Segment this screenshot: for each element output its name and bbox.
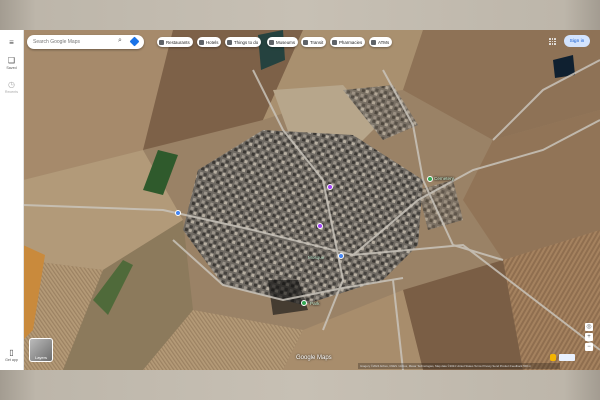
map-label-mosque[interactable]: Mosque: [308, 255, 324, 260]
bookmark-icon: ❑: [7, 56, 16, 65]
place-pin-purple-2[interactable]: [327, 184, 333, 190]
map-label-park[interactable]: Park: [310, 301, 319, 306]
saved-label: Saved: [6, 66, 17, 70]
map-attribution[interactable]: Imagery ©2024 Airbus, CNES / Airbus, Max…: [358, 363, 560, 369]
side-rail: ≡ ❑ Saved ◷ Recents ▯ Get app: [0, 30, 24, 370]
search-icon[interactable]: ⌕: [118, 37, 122, 45]
chip-atms[interactable]: ATMs: [369, 37, 393, 47]
hotel-icon: [199, 39, 204, 45]
maps-window: Cemetery Mosque Park Google Maps Imagery…: [0, 30, 600, 370]
compass-button[interactable]: ◎: [585, 323, 593, 331]
history-icon: ◷: [8, 80, 15, 89]
map-label-cemetery[interactable]: Cemetery: [434, 176, 454, 181]
chip-pharmacies[interactable]: Pharmacies: [330, 37, 366, 47]
place-pin-blue[interactable]: [175, 210, 181, 216]
satellite-imagery: [23, 30, 600, 370]
sign-in-button[interactable]: Sign in: [564, 35, 590, 47]
chip-label: Transit: [310, 39, 324, 45]
zoom-in-button[interactable]: +: [585, 333, 593, 341]
museum-icon: [269, 39, 274, 45]
place-pin-purple[interactable]: [317, 223, 323, 229]
chip-label: Hotels: [206, 39, 219, 45]
layers-label: Layers: [34, 355, 47, 360]
chip-label: Restaurants: [166, 39, 190, 45]
saved-button[interactable]: ❑ Saved: [0, 56, 23, 70]
globe-icon[interactable]: [559, 354, 575, 361]
satellite-map[interactable]: Cemetery Mosque Park Google Maps Imagery…: [23, 30, 600, 370]
atm-icon: [371, 39, 376, 45]
get-app-button[interactable]: ▯ Get app: [0, 348, 23, 362]
chip-restaurants[interactable]: Restaurants: [157, 37, 193, 47]
apps-grid-icon[interactable]: [549, 38, 556, 45]
chip-hotels[interactable]: Hotels: [197, 37, 222, 47]
chip-label: Museums: [276, 39, 296, 45]
google-maps-logo: Google Maps: [296, 355, 332, 361]
chip-label: Pharmacies: [339, 39, 363, 45]
restaurant-icon: [159, 39, 164, 45]
zoom-out-button[interactable]: −: [585, 343, 593, 351]
menu-icon[interactable]: ≡: [0, 38, 23, 47]
chip-things-to-do[interactable]: Things to do: [225, 37, 262, 47]
directions-icon[interactable]: [129, 36, 140, 47]
recents-button[interactable]: ◷ Recents: [0, 80, 23, 94]
layers-button[interactable]: Layers: [29, 338, 53, 362]
place-pin-blue-2[interactable]: [338, 253, 344, 259]
recents-label: Recents: [4, 90, 19, 94]
pegman-icon[interactable]: [550, 354, 556, 361]
search-box[interactable]: ⌕: [27, 35, 144, 49]
place-pin-green[interactable]: [301, 300, 307, 306]
pharmacy-icon: [332, 39, 337, 45]
chip-museums[interactable]: Museums: [267, 37, 299, 47]
search-input[interactable]: [33, 37, 113, 47]
chip-label: Things to do: [234, 39, 259, 45]
get-app-label: Get app: [5, 358, 18, 362]
place-pin-green-2[interactable]: [427, 176, 433, 182]
transit-icon: [303, 39, 308, 45]
phone-icon: ▯: [9, 348, 14, 357]
chip-transit[interactable]: Transit: [301, 37, 327, 47]
camera-icon: [227, 39, 232, 45]
chip-label: ATMs: [378, 39, 390, 45]
